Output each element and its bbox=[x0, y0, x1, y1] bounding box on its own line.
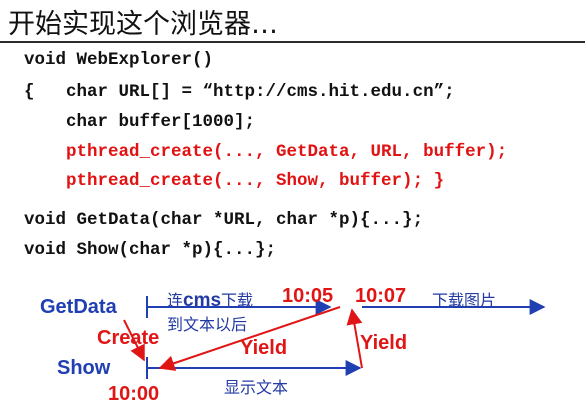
code-line-7: void Show(char *p){...}; bbox=[24, 240, 277, 260]
connect-prefix: 连 bbox=[167, 291, 184, 310]
yield-label-left: Yield bbox=[240, 337, 288, 359]
download-text: 下载 bbox=[221, 291, 254, 310]
getdata-label: GetData bbox=[40, 296, 117, 318]
code-line-6: void GetData(char *URL, char *p){...}; bbox=[24, 210, 424, 230]
time-1000: 10:00 bbox=[108, 383, 160, 405]
code-line-1: void WebExplorer() bbox=[24, 50, 214, 70]
code-line-5: pthread_create(..., Show, buffer); } bbox=[24, 171, 444, 191]
to-text-later-text: 到文本以后 bbox=[167, 315, 248, 334]
create-label: Create bbox=[97, 327, 160, 349]
code-line-3: char buffer[1000]; bbox=[24, 112, 256, 132]
title-divider bbox=[0, 41, 585, 43]
thread-diagram: GetData Show Create Yield Yield 10:00 10… bbox=[0, 276, 585, 405]
code-line-2: { char URL[] = “http://cms.hit.edu.cn”; bbox=[24, 82, 455, 102]
code-line-4: pthread_create(..., GetData, URL, buffer… bbox=[24, 142, 508, 162]
show-label: Show bbox=[57, 357, 111, 379]
slide-title: 开始实现这个浏览器… bbox=[8, 9, 278, 40]
code-line-5-red: pthread_create(..., Show, buffer); } bbox=[24, 171, 445, 191]
cms-text: cms bbox=[183, 290, 222, 311]
time-1005: 10:05 bbox=[282, 285, 334, 307]
show-text-text: 显示文本 bbox=[224, 378, 289, 397]
time-1007: 10:07 bbox=[355, 285, 407, 307]
download-images-text: 下载图片 bbox=[432, 291, 497, 310]
connect-cms-download-text: 连cms下载 bbox=[167, 287, 253, 312]
yield-label-right: Yield bbox=[360, 332, 408, 354]
